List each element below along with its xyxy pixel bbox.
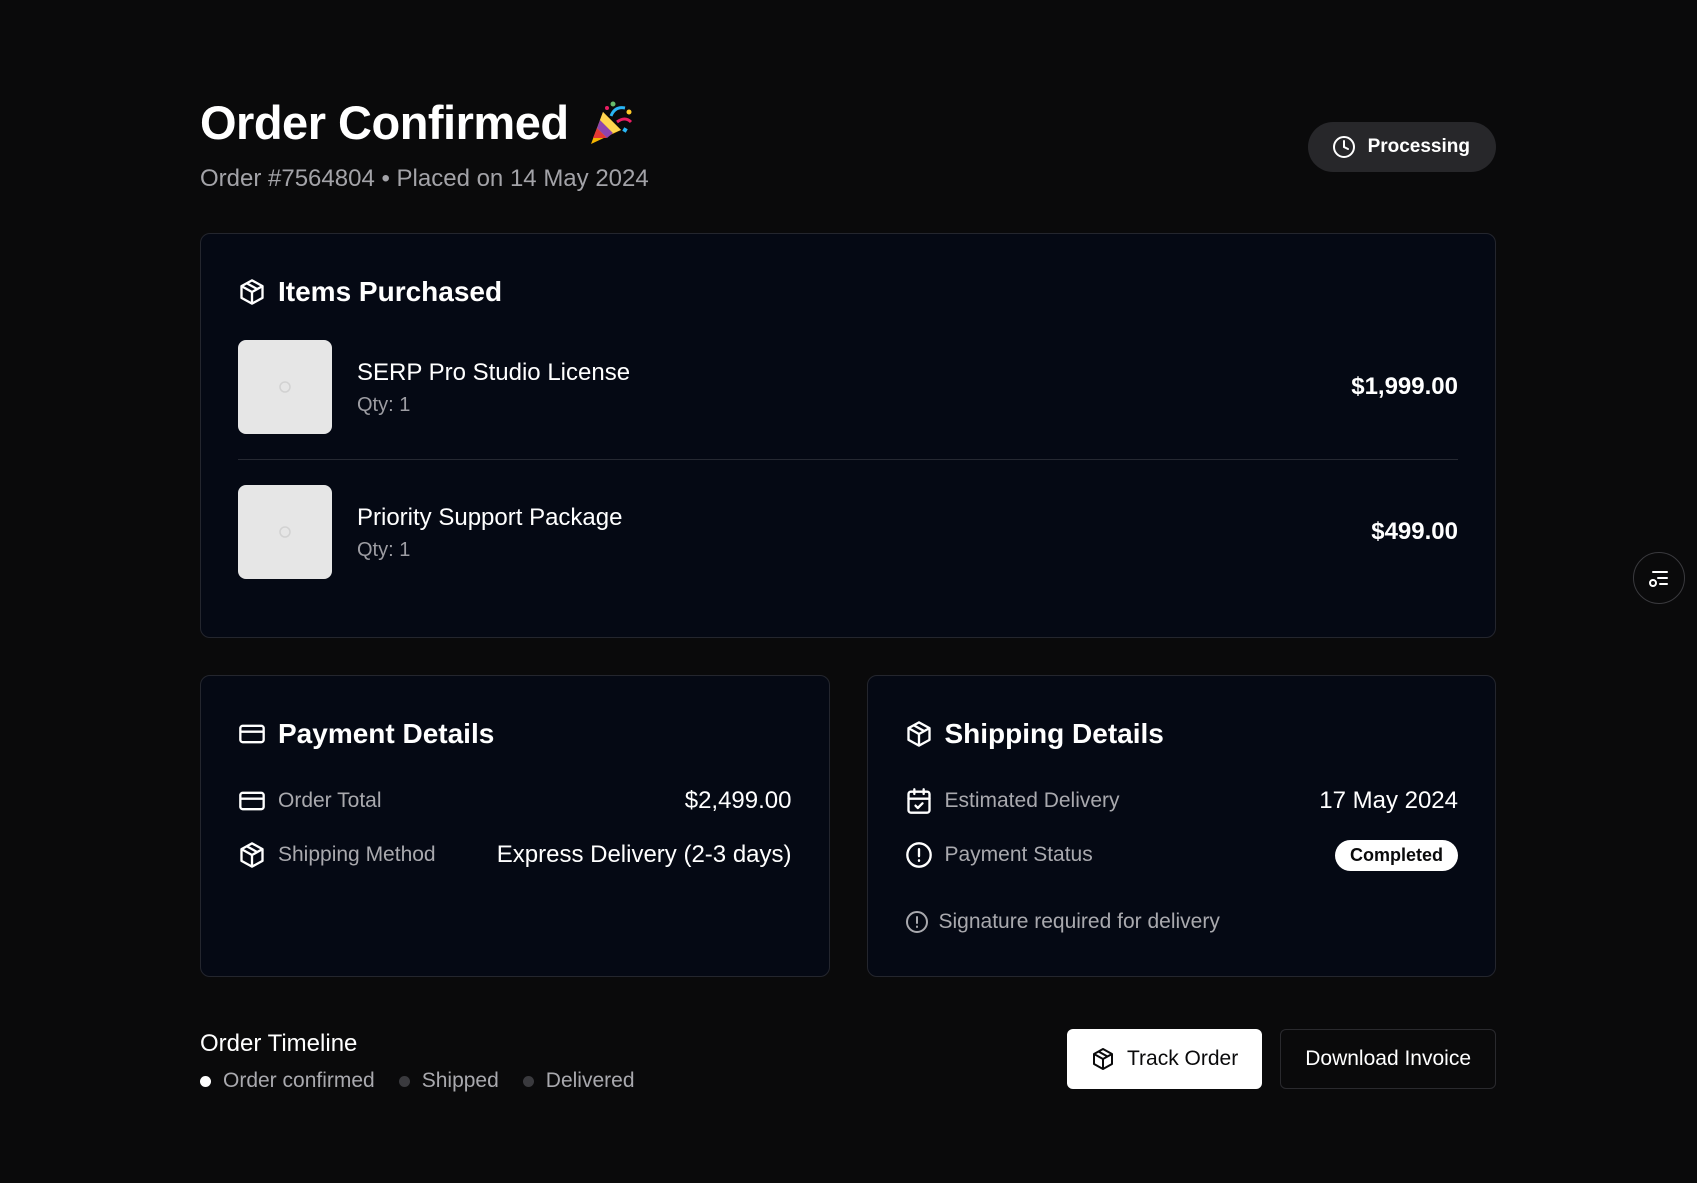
payment-status-label-group: Payment Status <box>905 841 1093 869</box>
package-icon <box>905 720 933 748</box>
item-info: SERP Pro Studio License Qty: 1 <box>357 358 1351 417</box>
timeline-step: Delivered <box>522 1069 635 1093</box>
timeline-step: Shipped <box>398 1069 499 1093</box>
items-card-heading: Items Purchased <box>278 276 503 307</box>
delivery-note-text: Signature required for delivery <box>938 910 1220 933</box>
clock-icon <box>1332 135 1356 159</box>
timeline-dot <box>398 1075 410 1087</box>
items-card-title: Items Purchased <box>238 274 1458 310</box>
divider <box>238 459 1458 460</box>
package-icon <box>238 841 266 869</box>
shipping-method-row: Shipping Method Express Delivery (2-3 da… <box>238 836 792 874</box>
estimated-delivery-label-group: Estimated Delivery <box>905 787 1120 815</box>
timeline-steps: Order confirmed Shipped Delivered <box>200 1069 635 1093</box>
timeline-step-label: Order confirmed <box>223 1069 375 1092</box>
track-order-button[interactable]: Track Order <box>1067 1029 1263 1089</box>
payment-status-label: Payment Status <box>944 843 1093 866</box>
action-buttons: Track Order Download Invoice <box>1067 1029 1496 1089</box>
item-info: Priority Support Package Qty: 1 <box>357 503 1371 562</box>
shipping-method-label-group: Shipping Method <box>238 841 436 869</box>
shipping-card-title: Shipping Details <box>905 716 1459 752</box>
estimated-delivery-value: 17 May 2024 <box>1319 787 1458 814</box>
package-icon <box>1091 1047 1115 1071</box>
payment-status-row: Payment Status Completed <box>905 836 1458 874</box>
shipping-method-label: Shipping Method <box>278 843 436 866</box>
product-thumbnail <box>238 485 332 579</box>
order-subtitle: Order #7564804 • Placed on 14 May 2024 <box>200 165 649 192</box>
list-item: SERP Pro Studio License Qty: 1 $1,999.00 <box>238 340 1458 434</box>
order-timeline: Order Timeline Order confirmed Shipped D… <box>200 1029 635 1093</box>
status-badge[interactable]: Processing <box>1307 122 1496 172</box>
estimated-delivery-row: Estimated Delivery 17 May 2024 <box>905 782 1458 820</box>
delivery-note: Signature required for delivery <box>905 910 1459 934</box>
floating-filter-button[interactable] <box>1633 552 1685 604</box>
title-row: Order Confirmed <box>200 95 649 151</box>
shipping-method-value: Express Delivery (2-3 days) <box>496 841 792 868</box>
alert-circle-icon <box>905 910 929 934</box>
details-grid: Payment Details Order Total $2,499.00 Sh… <box>200 675 1496 977</box>
timeline-dot <box>522 1075 534 1087</box>
page-title: Order Confirmed <box>200 96 569 149</box>
payment-rows: Order Total $2,499.00 Shipping Method Ex… <box>238 782 792 874</box>
status-label: Processing <box>1367 136 1470 157</box>
alert-circle-icon <box>905 841 933 869</box>
order-total-label-group: Order Total <box>238 787 382 815</box>
calendar-check-icon <box>905 787 933 815</box>
header-text: Order Confirmed Order #7564804 • Placed … <box>200 95 649 193</box>
item-price: $499.00 <box>1371 518 1458 545</box>
timeline-step-label: Delivered <box>545 1069 635 1092</box>
item-name: Priority Support Package <box>357 503 623 531</box>
estimated-delivery-label: Estimated Delivery <box>944 789 1120 812</box>
credit-card-icon <box>238 787 266 815</box>
timeline-dot-active <box>200 1075 211 1087</box>
filter-list-icon <box>1645 564 1673 592</box>
page-header: Order Confirmed Order #7564804 • Placed … <box>200 95 1496 233</box>
payment-status-badge: Completed <box>1334 839 1458 871</box>
order-total-row: Order Total $2,499.00 <box>238 782 792 820</box>
download-invoice-label: Download Invoice <box>1305 1047 1471 1070</box>
credit-card-icon <box>238 720 266 748</box>
timeline-step: Order confirmed <box>200 1069 375 1093</box>
page-footer: Order Timeline Order confirmed Shipped D… <box>200 1029 1496 1093</box>
download-invoice-button[interactable]: Download Invoice <box>1280 1029 1496 1089</box>
order-total-label: Order Total <box>278 789 382 812</box>
payment-card-title: Payment Details <box>238 716 792 752</box>
items-purchased-card: Items Purchased SERP Pro Studio License … <box>200 233 1496 638</box>
timeline-step-label: Shipped <box>421 1069 499 1092</box>
package-icon <box>238 278 266 306</box>
party-popper-icon <box>585 98 635 148</box>
order-confirmation-page: Order Confirmed Order #7564804 • Placed … <box>200 95 1496 1093</box>
item-price: $1,999.00 <box>1351 373 1458 400</box>
timeline-title: Order Timeline <box>200 1030 358 1057</box>
item-qty: Qty: 1 <box>357 393 411 416</box>
item-name: SERP Pro Studio License <box>357 358 631 386</box>
item-list: SERP Pro Studio License Qty: 1 $1,999.00… <box>238 340 1458 579</box>
list-item: Priority Support Package Qty: 1 $499.00 <box>238 485 1458 579</box>
product-thumbnail <box>238 340 332 434</box>
payment-card-heading: Payment Details <box>278 718 495 749</box>
order-total-value: $2,499.00 <box>684 787 792 814</box>
shipping-card-heading: Shipping Details <box>944 718 1164 749</box>
shipping-details-card: Shipping Details Estimated Delivery 17 M… <box>866 675 1496 977</box>
payment-details-card: Payment Details Order Total $2,499.00 Sh… <box>200 675 830 977</box>
track-order-label: Track Order <box>1127 1047 1239 1070</box>
item-qty: Qty: 1 <box>357 538 411 561</box>
shipping-rows: Estimated Delivery 17 May 2024 Payment S… <box>905 782 1458 874</box>
